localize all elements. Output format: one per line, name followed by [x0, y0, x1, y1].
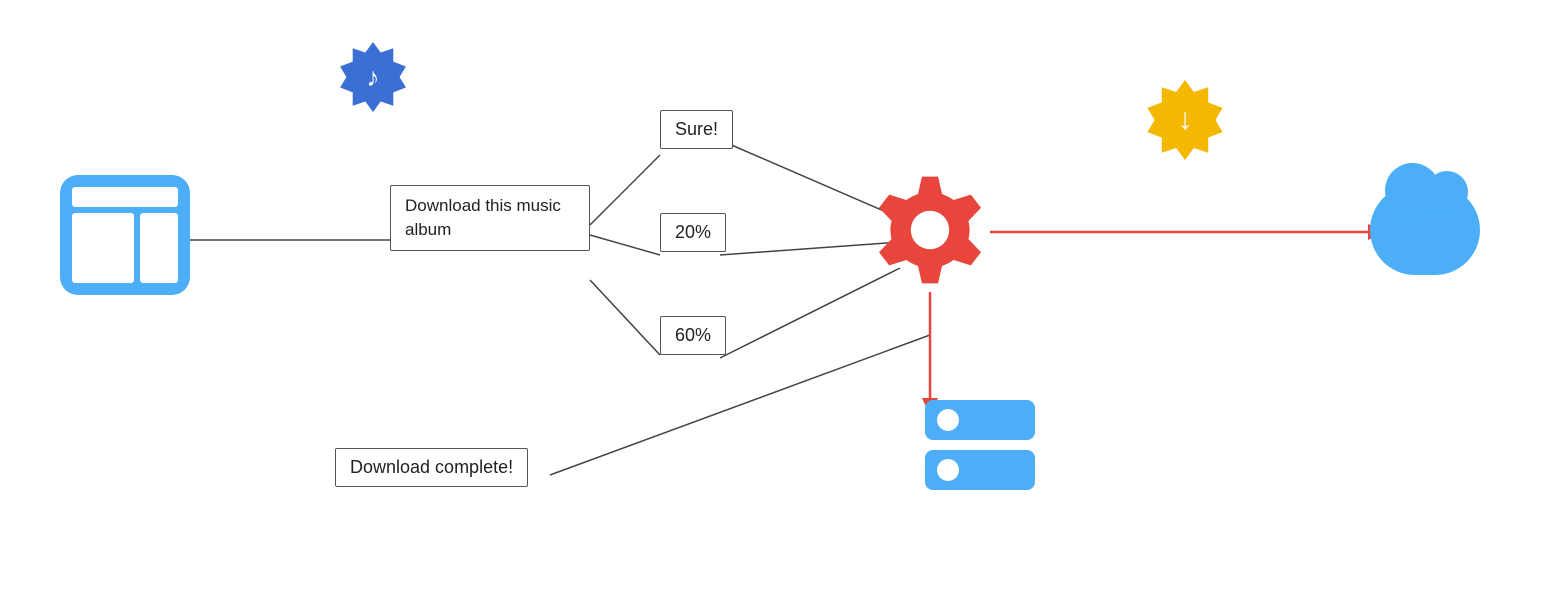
music-note-icon: ♪: [367, 62, 380, 93]
download-complete-message: Download complete!: [335, 448, 528, 487]
diagram-canvas: ♪ Download this music album Sure! 20% 60…: [0, 0, 1550, 600]
browser-right-panel: [140, 213, 178, 283]
download-album-message: Download this music album: [390, 185, 590, 251]
db-circle-2: [937, 459, 959, 481]
cloud-icon: [1370, 185, 1480, 275]
database-item-2: [925, 450, 1035, 490]
browser-app-icon: [60, 175, 190, 295]
connector-lines: [0, 0, 1550, 600]
gear-icon: [870, 170, 990, 290]
browser-left-panel: [72, 213, 134, 283]
download-badge-icon: ↓: [1145, 80, 1225, 160]
sure-message: Sure!: [660, 110, 733, 149]
database-stack: [925, 400, 1035, 490]
download-arrow-icon: ↓: [1178, 103, 1193, 137]
music-badge-icon: ♪: [338, 42, 408, 112]
percent-60-message: 60%: [660, 316, 726, 355]
db-circle-1: [937, 409, 959, 431]
database-item-1: [925, 400, 1035, 440]
browser-top-bar: [72, 187, 178, 207]
music-note-badge: ♪: [338, 42, 408, 112]
browser-bottom: [72, 213, 178, 283]
percent-20-message: 20%: [660, 213, 726, 252]
download-arrow-badge: ↓: [1145, 80, 1225, 160]
